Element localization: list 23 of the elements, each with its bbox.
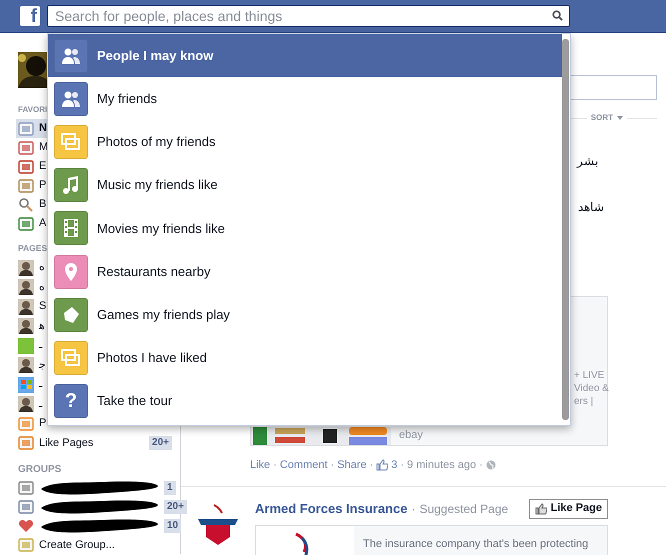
- help-icon: ?: [54, 384, 88, 418]
- suggested-label: Suggested Page: [419, 500, 508, 518]
- section-heading: PAGES: [18, 242, 48, 255]
- separator-dot: ·: [411, 500, 416, 518]
- separator-dot: ·: [400, 458, 404, 473]
- section-heading: FAVORI: [18, 104, 48, 116]
- page-description: The insurance company that's been protecting: [363, 536, 588, 552]
- separator-dot: ·: [273, 458, 277, 473]
- separator-dot: ·: [330, 458, 334, 473]
- link-source: ebay: [399, 428, 424, 442]
- post-text: بشر: [577, 153, 598, 170]
- separator-dot: ·: [370, 458, 374, 473]
- count-badge: 20+: [164, 500, 187, 514]
- count-badge: 10: [164, 519, 182, 533]
- link-description: + LIVE: [574, 369, 606, 382]
- count-badge: 20+: [149, 436, 172, 450]
- link-description: ers |: [574, 395, 594, 408]
- count-badge: 1: [164, 481, 176, 495]
- post-text: شاهد: [578, 199, 604, 216]
- separator-dot: ·: [479, 458, 483, 473]
- section-heading: GROUPS: [18, 462, 62, 476]
- link-description: Video &: [574, 382, 607, 395]
- logo: f: [20, 6, 40, 26]
